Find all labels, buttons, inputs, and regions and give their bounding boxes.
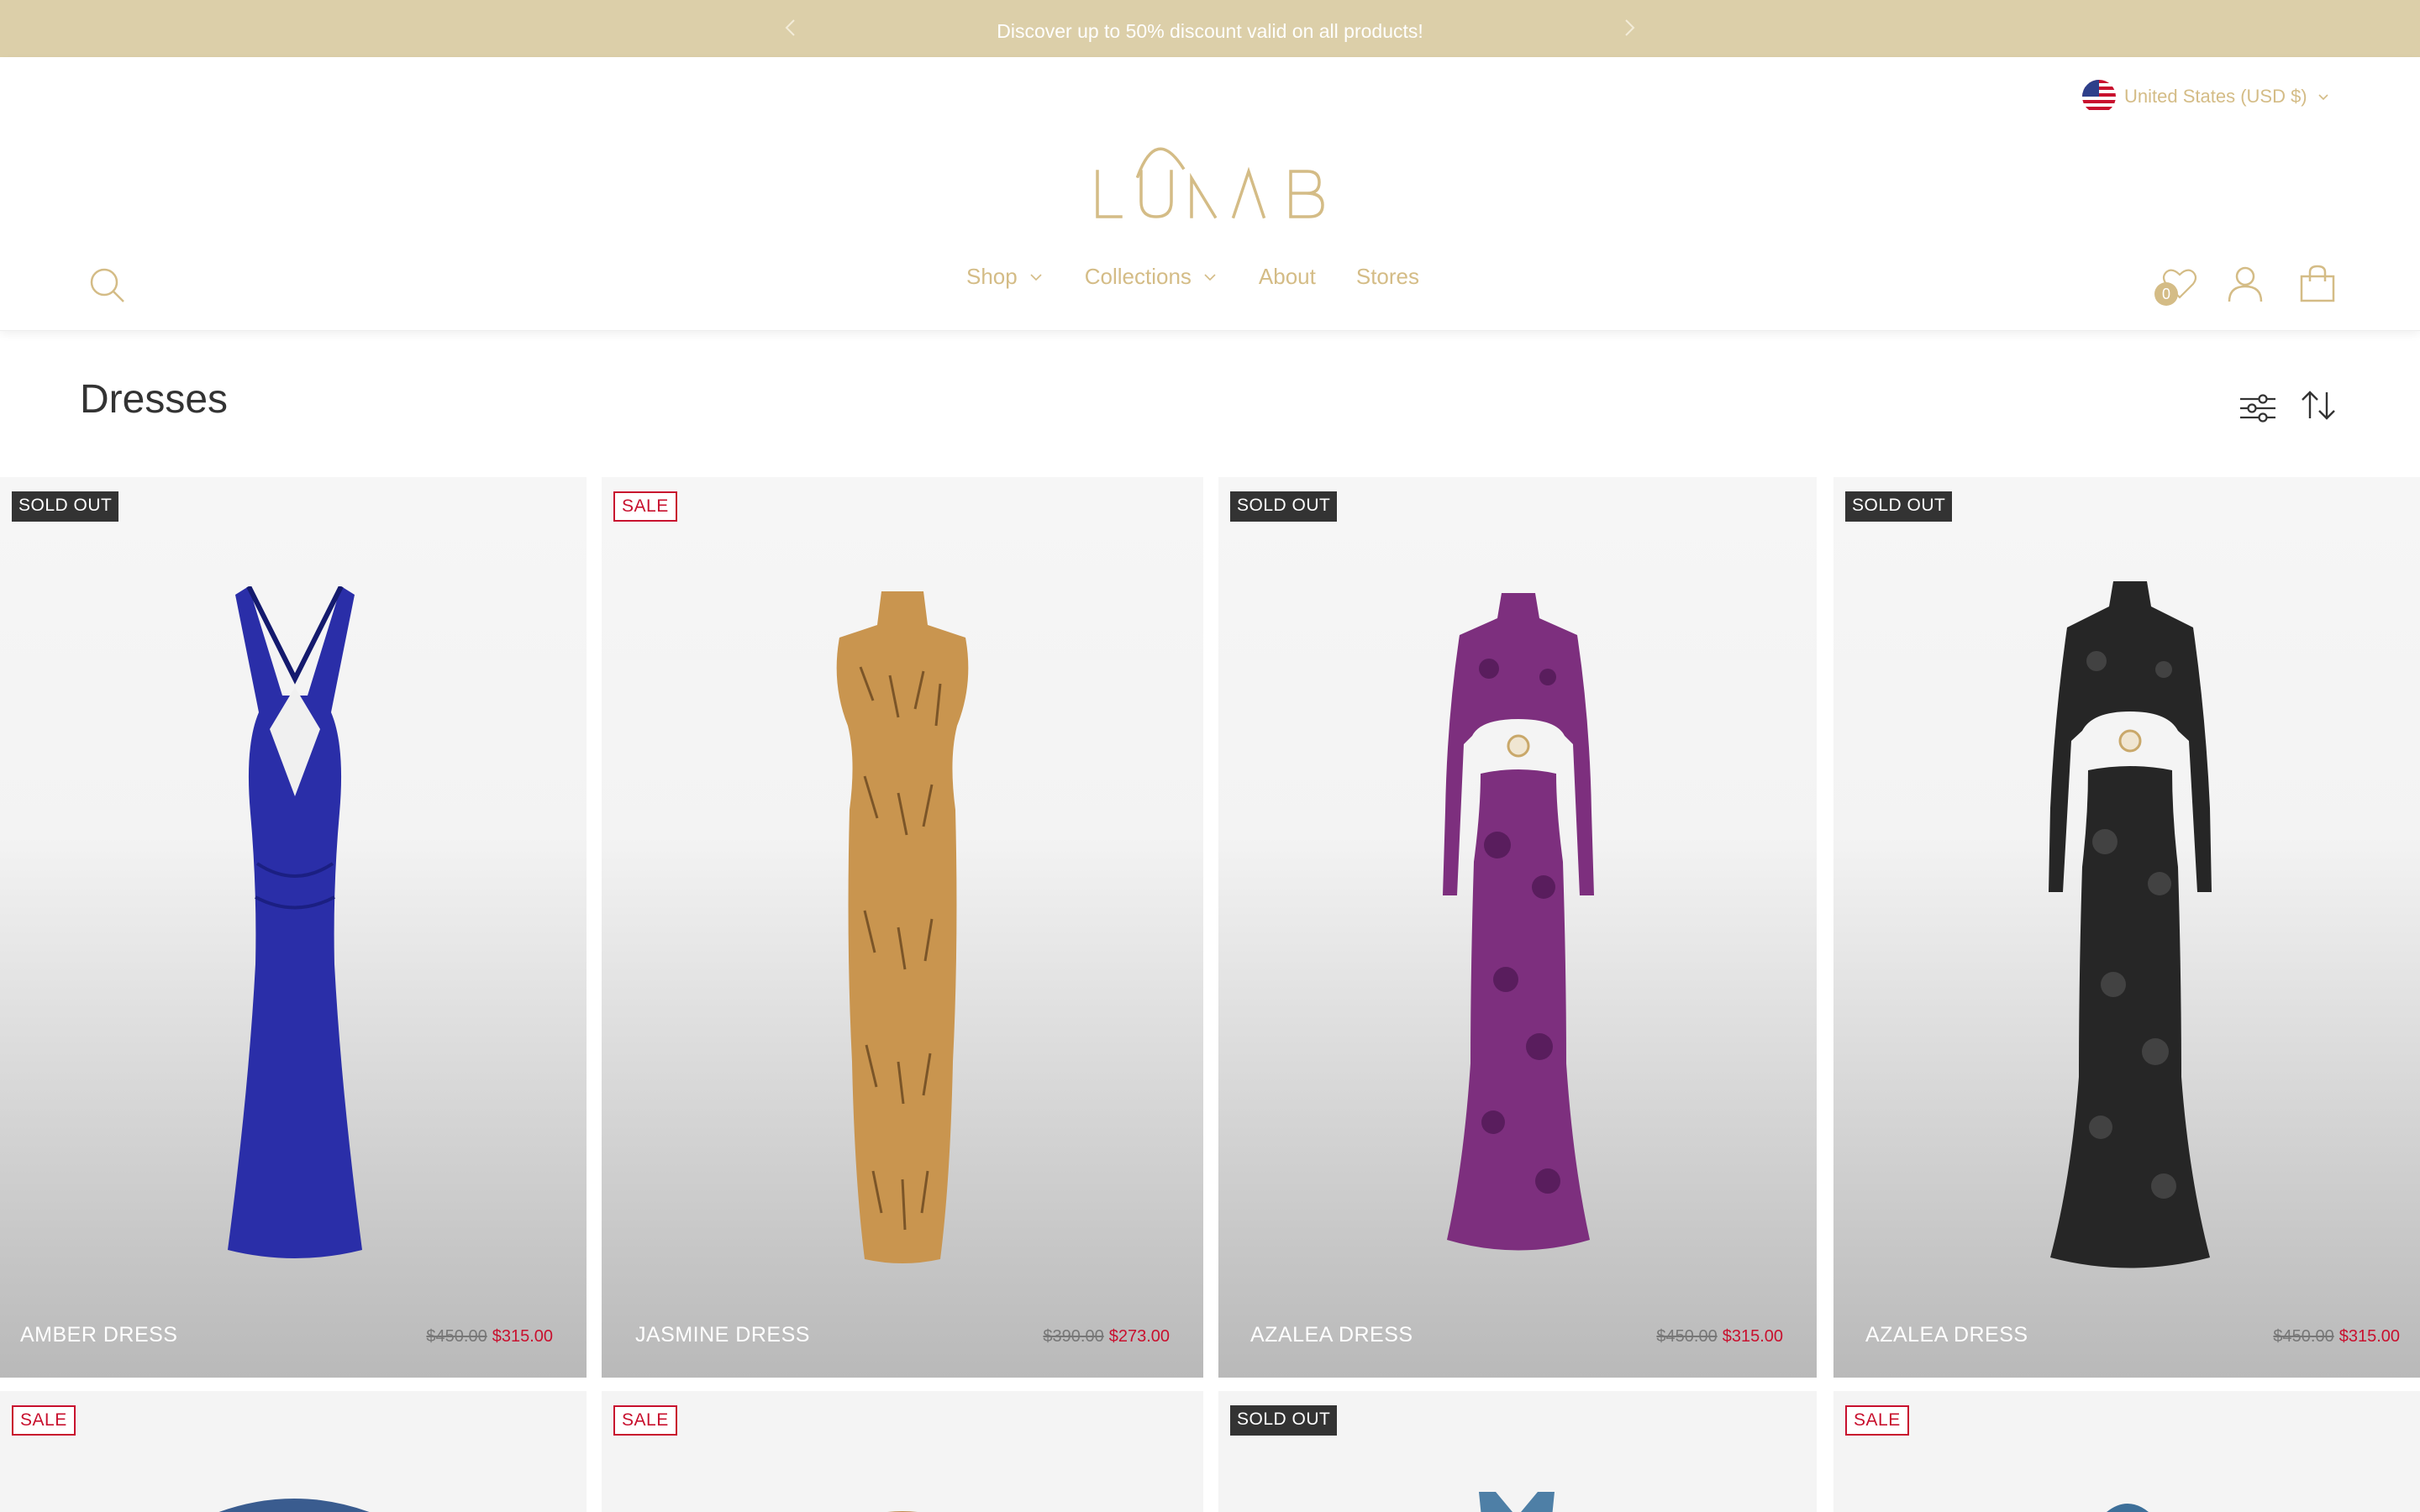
announcement-text: Discover up to 50% discount valid on all… xyxy=(997,20,1423,42)
dress-image xyxy=(2094,1495,2161,1512)
product-name: AZALEA DRESS xyxy=(1250,1323,1413,1347)
dress-image xyxy=(1430,593,1607,1257)
original-price: $450.00 xyxy=(2273,1327,2334,1346)
product-card[interactable]: SALE xyxy=(1833,1391,2420,1512)
site-header: United States (USD $) Shop Collections A… xyxy=(0,57,2420,331)
page-title: Dresses xyxy=(80,377,229,422)
chevron-right-icon[interactable] xyxy=(1617,15,1642,40)
nav-stores[interactable]: Stores xyxy=(1356,264,1419,290)
chevron-down-icon xyxy=(1204,274,1216,281)
dress-image xyxy=(202,1490,387,1512)
dress-image xyxy=(1470,1492,1563,1512)
product-card[interactable]: SOLD OUT AMBER DRESS $450.00 $315.00 xyxy=(0,477,587,1378)
product-name: AZALEA DRESS xyxy=(1865,1323,2028,1347)
sale-price: $315.00 xyxy=(1722,1327,1783,1346)
product-name: JASMINE DRESS xyxy=(635,1323,810,1347)
product-card[interactable]: SALE xyxy=(0,1391,587,1512)
sold-out-badge: SOLD OUT xyxy=(1230,1405,1338,1436)
dress-image xyxy=(835,1499,970,1512)
nav-about[interactable]: About xyxy=(1259,264,1316,290)
sort-icon[interactable] xyxy=(2297,385,2339,427)
sale-price: $315.00 xyxy=(492,1327,553,1346)
sale-price: $273.00 xyxy=(1108,1327,1170,1346)
chevron-down-icon xyxy=(2318,94,2328,101)
locale-label: United States (USD $) xyxy=(2124,86,2307,107)
product-card[interactable]: SOLD OUT AZALEA DRESS $450.00 $315.00 xyxy=(1833,477,2420,1378)
product-name: AMBER DRESS xyxy=(20,1323,178,1347)
filter-icon[interactable] xyxy=(2237,386,2279,428)
original-price: $450.00 xyxy=(1656,1327,1718,1346)
sold-out-badge: SOLD OUT xyxy=(12,491,119,522)
sale-badge: SALE xyxy=(613,1405,677,1436)
original-price: $450.00 xyxy=(426,1327,487,1346)
wishlist-count: 0 xyxy=(2154,282,2178,306)
sold-out-badge: SOLD OUT xyxy=(1845,491,1953,522)
chevron-down-icon xyxy=(1030,274,1042,281)
user-icon[interactable] xyxy=(2223,262,2267,306)
sold-out-badge: SOLD OUT xyxy=(1230,491,1338,522)
nav-collections[interactable]: Collections xyxy=(1085,264,1218,290)
original-price: $390.00 xyxy=(1043,1327,1104,1346)
product-price: $390.00 $273.00 xyxy=(1043,1327,1170,1347)
nav-shop[interactable]: Shop xyxy=(966,264,1044,290)
sale-badge: SALE xyxy=(12,1405,76,1436)
dress-image xyxy=(814,591,991,1263)
bag-icon[interactable] xyxy=(2296,262,2339,306)
product-card[interactable]: SALE JASMINE DRESS $390.00 $273.00 xyxy=(602,477,1203,1378)
search-icon[interactable] xyxy=(86,264,129,307)
us-flag-icon xyxy=(2082,80,2116,113)
product-card[interactable]: SOLD OUT xyxy=(1218,1391,1817,1512)
announcement-bar: Discover up to 50% discount valid on all… xyxy=(0,0,2420,57)
sale-badge: SALE xyxy=(613,491,677,522)
dress-image xyxy=(2033,581,2227,1270)
product-price: $450.00 $315.00 xyxy=(1656,1327,1783,1347)
product-card[interactable]: SALE xyxy=(602,1391,1203,1512)
sale-price: $315.00 xyxy=(2338,1327,2400,1346)
sale-badge: SALE xyxy=(1845,1405,1909,1436)
brand-logo[interactable] xyxy=(1089,134,1333,227)
locale-selector[interactable]: United States (USD $) xyxy=(2082,79,2331,114)
main-nav: Shop Collections About Stores xyxy=(966,255,1419,297)
product-price: $450.00 $315.00 xyxy=(426,1327,553,1347)
product-price: $450.00 $315.00 xyxy=(2273,1327,2400,1347)
dress-image xyxy=(190,586,400,1267)
product-card[interactable]: SOLD OUT AZALEA DRESS $450.00 $315.00 xyxy=(1218,477,1817,1378)
